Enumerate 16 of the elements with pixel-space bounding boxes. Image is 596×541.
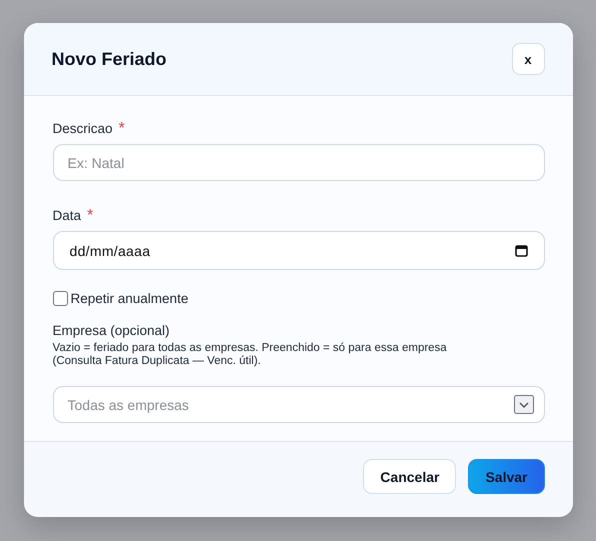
dialog-title: Novo Feriado [52, 48, 167, 70]
cancel-button[interactable]: Cancelar [363, 459, 456, 494]
required-mark: * [87, 207, 94, 225]
field-label: Empresa (opcional) [52, 323, 171, 338]
date-input[interactable]: dd/mm/aaaa [52, 231, 544, 270]
checkbox[interactable] [52, 291, 68, 306]
field-label: Descricao [52, 121, 113, 136]
field-label: Data [52, 208, 82, 223]
save-button[interactable]: Salvar [468, 459, 544, 494]
checkbox-label: Repetir anualmente [70, 291, 188, 306]
calendar-icon[interactable] [514, 244, 528, 257]
description-input[interactable]: Ex: Natal [52, 144, 544, 181]
required-mark: * [118, 120, 125, 138]
chevron-down-icon[interactable] [514, 395, 534, 414]
hint-text: Vazio = feriado para todas as empresas. Preenchido = só para essa empresa (Consulta Fatura Duplicata — Venc. útil). [52, 342, 448, 368]
close-button[interactable]: x [512, 43, 544, 75]
